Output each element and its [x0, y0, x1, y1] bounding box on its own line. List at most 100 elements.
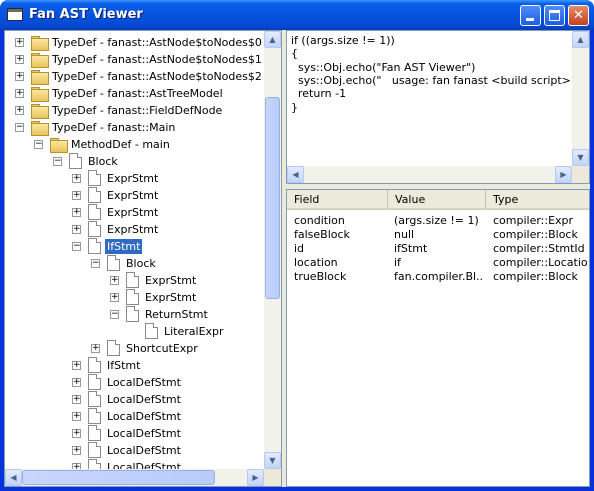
tree-node[interactable]: + LocalDefStmt — [5, 374, 264, 391]
code-scroll-left-button[interactable]: ◀ — [287, 166, 304, 183]
code-scroll-up-button[interactable]: ▲ — [572, 31, 589, 48]
expand-icon[interactable]: + — [72, 395, 81, 404]
expand-icon[interactable]: + — [15, 106, 24, 115]
tree-node-label[interactable]: ExprStmt — [107, 172, 158, 185]
expand-icon[interactable]: + — [72, 361, 81, 370]
table-row[interactable]: falseBlock null compiler::Block — [287, 228, 589, 242]
tree-node[interactable]: + LocalDefStmt — [5, 442, 264, 459]
vertical-scroll-thumb[interactable] — [265, 97, 280, 299]
expand-icon[interactable]: + — [15, 72, 24, 81]
expand-icon[interactable]: + — [72, 446, 81, 455]
tree-node-label[interactable]: TypeDef - fanast::AstNode$toNodes$0 — [52, 36, 262, 49]
ast-tree-view[interactable]: + TypeDef - fanast::AstNode$toNodes$0 + Typ… — [4, 30, 282, 487]
scroll-down-button[interactable]: ▼ — [264, 452, 281, 469]
tree-horizontal-scrollbar[interactable]: ◀ ▶ — [5, 469, 264, 486]
tree-node[interactable]: + ExprStmt — [5, 272, 264, 289]
table-row[interactable]: location if compiler::Location — [287, 256, 589, 270]
scroll-right-button[interactable]: ▶ — [247, 469, 264, 486]
tree-node-label[interactable]: ExprStmt — [145, 291, 196, 304]
tree-node-label[interactable]: IfStmt — [107, 359, 140, 372]
tree-node-label[interactable]: ExprStmt — [107, 223, 158, 236]
tree-node-label[interactable]: MethodDef - main — [71, 138, 170, 151]
tree-node[interactable]: + LocalDefStmt — [5, 425, 264, 442]
app-window-icon[interactable] — [7, 8, 23, 21]
tree-node[interactable]: − ReturnStmt — [5, 306, 264, 323]
tree-node[interactable]: + TypeDef - fanast::AstNode$toNodes$2 — [5, 68, 264, 85]
tree-node-label[interactable]: TypeDef - fanast::FieldDefNode — [52, 104, 222, 117]
expand-icon[interactable]: + — [72, 378, 81, 387]
tree-node[interactable]: + LocalDefStmt — [5, 408, 264, 425]
tree-node[interactable]: + LocalDefStmt — [5, 459, 264, 469]
tree-node[interactable]: + ExprStmt — [5, 204, 264, 221]
tree-node[interactable]: + TypeDef - fanast::AstNode$toNodes$1 — [5, 51, 264, 68]
horizontal-scroll-thumb[interactable] — [22, 470, 215, 485]
source-code-view[interactable]: if ((args.size != 1)){ sys::Obj.echo("Fa… — [286, 30, 590, 184]
table-row[interactable]: id ifStmt compiler::StmtId — [287, 242, 589, 256]
tree-node-label[interactable]: LocalDefStmt — [107, 427, 181, 440]
expand-icon[interactable]: + — [72, 208, 81, 217]
tree-node-label[interactable]: TypeDef - fanast::AstTreeModel — [52, 87, 223, 100]
expand-icon[interactable]: + — [110, 293, 119, 302]
fields-table[interactable]: Field Value Type condition (args.size != … — [286, 189, 590, 487]
tree-node[interactable]: − TypeDef - fanast::Main — [5, 119, 264, 136]
minimize-button[interactable] — [520, 5, 541, 26]
expand-icon[interactable]: + — [72, 225, 81, 234]
tree-node[interactable]: + ExprStmt — [5, 170, 264, 187]
tree-node-label[interactable]: ExprStmt — [107, 206, 158, 219]
tree-node-label[interactable]: LiteralExpr — [164, 325, 224, 338]
expand-icon[interactable]: + — [110, 276, 119, 285]
code-horizontal-scrollbar[interactable]: ◀ ▶ — [287, 166, 572, 183]
tree-node[interactable]: + TypeDef - fanast::AstNode$toNodes$0 — [5, 34, 264, 51]
tree-node[interactable]: + TypeDef - fanast::AstTreeModel — [5, 85, 264, 102]
expand-icon[interactable]: + — [15, 38, 24, 47]
tree-node[interactable]: − Block — [5, 153, 264, 170]
tree-node-label[interactable]: TypeDef - fanast::AstNode$toNodes$2 — [52, 70, 262, 83]
tree-node-label[interactable]: LocalDefStmt — [107, 376, 181, 389]
code-scroll-down-button[interactable]: ▼ — [572, 149, 589, 166]
tree-node-label[interactable]: LocalDefStmt — [107, 444, 181, 457]
expand-icon[interactable]: + — [91, 344, 100, 353]
close-button[interactable]: ✕ — [568, 5, 589, 26]
tree-node-label[interactable]: LocalDefStmt — [107, 410, 181, 423]
collapse-icon[interactable]: − — [110, 310, 119, 319]
table-row[interactable]: condition (args.size != 1) compiler::Expr — [287, 214, 589, 228]
title-bar[interactable]: Fan AST Viewer ✕ — [0, 0, 594, 30]
tree-node[interactable]: + ExprStmt — [5, 289, 264, 306]
code-vertical-scrollbar[interactable]: ▲ ▼ — [572, 31, 589, 166]
tree-node-label[interactable]: IfStmt — [105, 239, 143, 254]
scroll-up-button[interactable]: ▲ — [264, 31, 281, 48]
collapse-icon[interactable]: − — [15, 123, 24, 132]
tree-node-label[interactable]: Block — [126, 257, 156, 270]
tree-node-label[interactable]: ExprStmt — [145, 274, 196, 287]
tree-node[interactable]: + LocalDefStmt — [5, 391, 264, 408]
tree-node[interactable]: + TypeDef - fanast::FieldDefNode — [5, 102, 264, 119]
collapse-icon[interactable]: − — [91, 259, 100, 268]
expand-icon[interactable]: + — [72, 174, 81, 183]
collapse-icon[interactable]: − — [34, 140, 43, 149]
expand-icon[interactable]: + — [15, 55, 24, 64]
tree-node[interactable]: − IfStmt — [5, 238, 264, 255]
maximize-button[interactable] — [544, 5, 565, 26]
collapse-icon[interactable]: − — [72, 242, 81, 251]
tree-node[interactable]: − MethodDef - main — [5, 136, 264, 153]
tree-node[interactable]: − Block — [5, 255, 264, 272]
tree-node[interactable]: + ShortcutExpr — [5, 340, 264, 357]
tree-node-label[interactable]: ShortcutExpr — [126, 342, 198, 355]
tree-node-label[interactable]: ReturnStmt — [145, 308, 208, 321]
expand-icon[interactable]: + — [72, 191, 81, 200]
expand-icon[interactable]: + — [72, 429, 81, 438]
scroll-left-button[interactable]: ◀ — [5, 469, 22, 486]
collapse-icon[interactable]: − — [53, 157, 62, 166]
column-header-value[interactable]: Value — [388, 190, 486, 210]
tree-node[interactable]: + ExprStmt — [5, 187, 264, 204]
expand-icon[interactable]: + — [72, 412, 81, 421]
tree-node[interactable]: + ExprStmt — [5, 221, 264, 238]
column-header-type[interactable]: Type — [486, 190, 589, 210]
tree-node-label[interactable]: LocalDefStmt — [107, 461, 181, 469]
tree-node-label[interactable]: ExprStmt — [107, 189, 158, 202]
table-row[interactable]: trueBlock fan.compiler.Bl... compiler::Blo… — [287, 270, 589, 284]
code-scroll-right-button[interactable]: ▶ — [555, 166, 572, 183]
tree-node[interactable]: + IfStmt — [5, 357, 264, 374]
tree-node-label[interactable]: TypeDef - fanast::AstNode$toNodes$1 — [52, 53, 262, 66]
tree-node-label[interactable]: LocalDefStmt — [107, 393, 181, 406]
